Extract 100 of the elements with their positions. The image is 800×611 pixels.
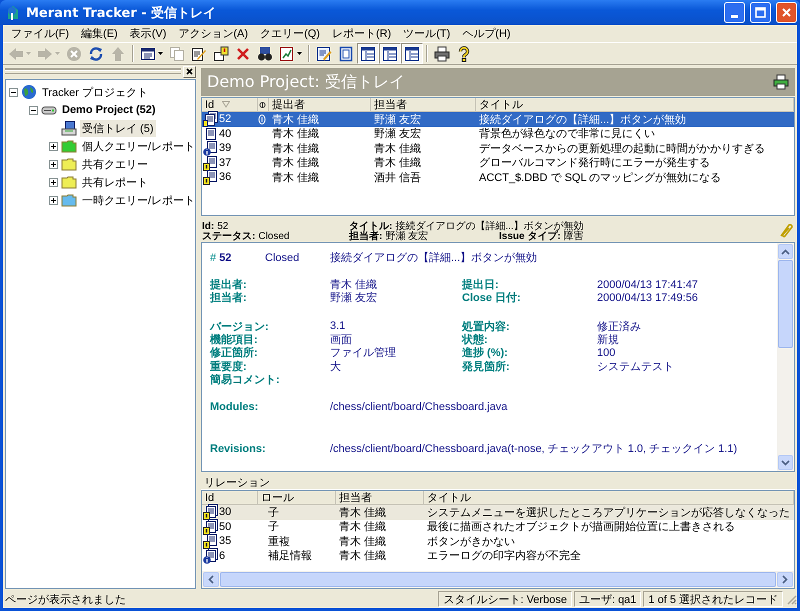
minimize-button[interactable]	[724, 2, 745, 23]
vertical-scrollbar[interactable]	[777, 243, 794, 471]
tree-item[interactable]: 個人クエリー/レポート	[80, 138, 198, 154]
table-row[interactable]: 52 青木 佳織 野瀬 友宏 接続ダイアログの【詳細...】ボタンが無効	[202, 112, 794, 126]
field-label: 進捗 (%):	[462, 346, 509, 360]
up-caret-icon	[781, 248, 790, 254]
field-label: 状態:	[462, 332, 489, 346]
up-arrow-icon	[110, 46, 126, 62]
field-label: 修正箇所:	[210, 346, 259, 360]
column-header[interactable]: Id	[205, 98, 214, 110]
close-icon	[186, 68, 193, 75]
status-pane: スタイルシート: Verbose	[438, 591, 572, 607]
table-cell-text: 子	[267, 506, 280, 520]
table-cell-text: 野瀬 友宏	[373, 112, 422, 127]
binoculars-icon	[257, 46, 273, 62]
layout-button[interactable]	[401, 43, 423, 64]
maximize-button[interactable]	[750, 2, 771, 23]
menu-item[interactable]: 編集(E)	[75, 26, 124, 41]
right-caret-icon	[782, 575, 788, 584]
menu-item[interactable]: ツール(T)	[397, 26, 456, 41]
tree-item[interactable]: 共有レポート	[80, 174, 150, 190]
scroll-down-button[interactable]	[778, 455, 793, 470]
table-cell: 50	[219, 520, 232, 533]
menu-item[interactable]: ファイル(F)	[5, 26, 76, 41]
table-cell-text: 酒井 信吾	[373, 170, 422, 185]
field-value: 2000/04/13 17:41:47	[597, 278, 699, 291]
tree-item[interactable]: Demo Project (52)	[60, 103, 158, 117]
printer-icon	[773, 74, 789, 90]
layout-button[interactable]	[379, 43, 401, 64]
view-title: Demo Project: 受信トレイ	[207, 72, 405, 92]
issue-title: 接続ダイアログの【詳細...】ボタンが無効	[330, 250, 538, 265]
field-value: 3.1	[330, 320, 346, 332]
table-cell-text: 補足情報	[267, 549, 313, 564]
table-cell-text: ACCT_$.DBD で SQL のマッピングが無効になる	[478, 170, 722, 185]
field-value: 障害	[564, 232, 584, 241]
table-cell: 30	[219, 506, 232, 518]
field-label: バージョン:	[210, 320, 270, 334]
field-value: 野瀬 友宏	[330, 290, 378, 306]
globe-icon	[21, 84, 37, 100]
minimize-icon	[731, 15, 738, 18]
field-value: 修正済み	[597, 320, 642, 334]
scroll-right-button[interactable]	[777, 572, 793, 587]
down-caret-icon	[781, 460, 790, 466]
chart-icon	[279, 46, 295, 62]
layout-button[interactable]	[357, 43, 379, 64]
window-layout-icon	[404, 46, 420, 62]
field-value: 接続ダイアログの【詳細...】ボタンが無効	[395, 222, 584, 232]
right-arrow-icon	[37, 46, 53, 62]
tree-item[interactable]: 共有クエリー	[80, 156, 150, 172]
help-icon	[456, 46, 472, 62]
window-title: Merant Tracker - 受信トレイ	[26, 4, 218, 22]
field-value: 画面	[330, 333, 353, 348]
scroll-thumb[interactable]	[778, 260, 793, 348]
pencil-page-icon	[316, 46, 332, 62]
menu-item[interactable]: アクション(A)	[172, 26, 254, 41]
close-pane-button[interactable]	[183, 66, 196, 78]
table-row[interactable]: 30 子 青木 佳織 システムメニューを選択したところアプリケーションが応答しなくなった	[202, 505, 794, 520]
menu-item[interactable]: 表示(V)	[124, 26, 172, 41]
table-row[interactable]: 39 青木 佳織 青木 佳織 データベースからの更新処理の起動に時間がかかりすぎる	[202, 141, 794, 156]
field-label: 担当者:	[210, 290, 248, 306]
close-icon	[780, 6, 793, 19]
left-arrow-icon	[8, 46, 24, 62]
table-cell-text: 青木 佳織	[271, 170, 320, 185]
stop-icon	[66, 46, 82, 62]
attachment-icon	[259, 100, 266, 110]
field-label: 処置内容:	[462, 320, 511, 334]
table-cell-text: エラーログの印字内容が不完全	[426, 548, 582, 564]
list-icon	[140, 46, 156, 62]
field-label: 提出者:	[210, 278, 248, 292]
horizontal-scrollbar[interactable]	[202, 571, 794, 588]
table-row[interactable]: 37 青木 佳織 青木 佳織 グローバルコマンド発行時にエラーが発生する	[202, 156, 794, 170]
menu-item[interactable]: クエリー(Q)	[254, 26, 326, 41]
table-cell: 52	[219, 113, 232, 126]
table-row[interactable]: 50 子 青木 佳織 最後に描画されたオブジェクトが描画開始位置に上書きされる	[202, 520, 794, 534]
table-row[interactable]: 35 重複 青木 佳織 ボタンがきかない	[202, 534, 794, 548]
table-cell-text: 接続ダイアログの【詳細...】ボタンが無効	[478, 112, 688, 127]
scroll-thumb[interactable]	[220, 572, 776, 587]
table-cell-text: 野瀬 友宏	[373, 126, 422, 142]
scroll-up-button[interactable]	[778, 244, 793, 259]
table-row[interactable]: 36 青木 佳織 酒井 信吾 ACCT_$.DBD で SQL のマッピングが無効になる	[202, 170, 794, 184]
menu-item[interactable]: レポート(R)	[326, 26, 398, 41]
edit-icon	[191, 46, 207, 62]
table-cell-text: 青木 佳織	[338, 534, 388, 549]
issue-number: # 52	[210, 252, 232, 264]
field-label: 発見箇所:	[462, 360, 511, 374]
menu-item[interactable]: ヘルプ(H)	[456, 26, 517, 41]
table-cell: 6	[219, 550, 226, 562]
field-value: 2000/04/13 17:49:56	[597, 292, 699, 304]
field-label: Close 日付:	[462, 291, 522, 306]
table-row[interactable]: 40 青木 佳織 野瀬 友宏 背景色が緑色なので非常に見にくい	[202, 126, 794, 141]
tree-item[interactable]: 受信トレイ (5)	[80, 120, 156, 136]
printer-icon	[434, 46, 450, 62]
field-label: タイトル:	[349, 222, 392, 232]
table-row[interactable]: 6 補足情報 青木 佳織 エラーログの印字内容が不完全	[202, 548, 794, 563]
scroll-left-button[interactable]	[203, 572, 219, 587]
tree-item[interactable]: 一時クエリー/レポート	[80, 192, 198, 208]
close-button[interactable]	[776, 2, 797, 23]
table-cell-text: 青木 佳織	[373, 156, 422, 170]
tree-item[interactable]: Tracker プロジェクト	[40, 84, 150, 100]
table-cell-text: データベースからの更新処理の起動に時間がかかりすぎる	[478, 142, 766, 156]
